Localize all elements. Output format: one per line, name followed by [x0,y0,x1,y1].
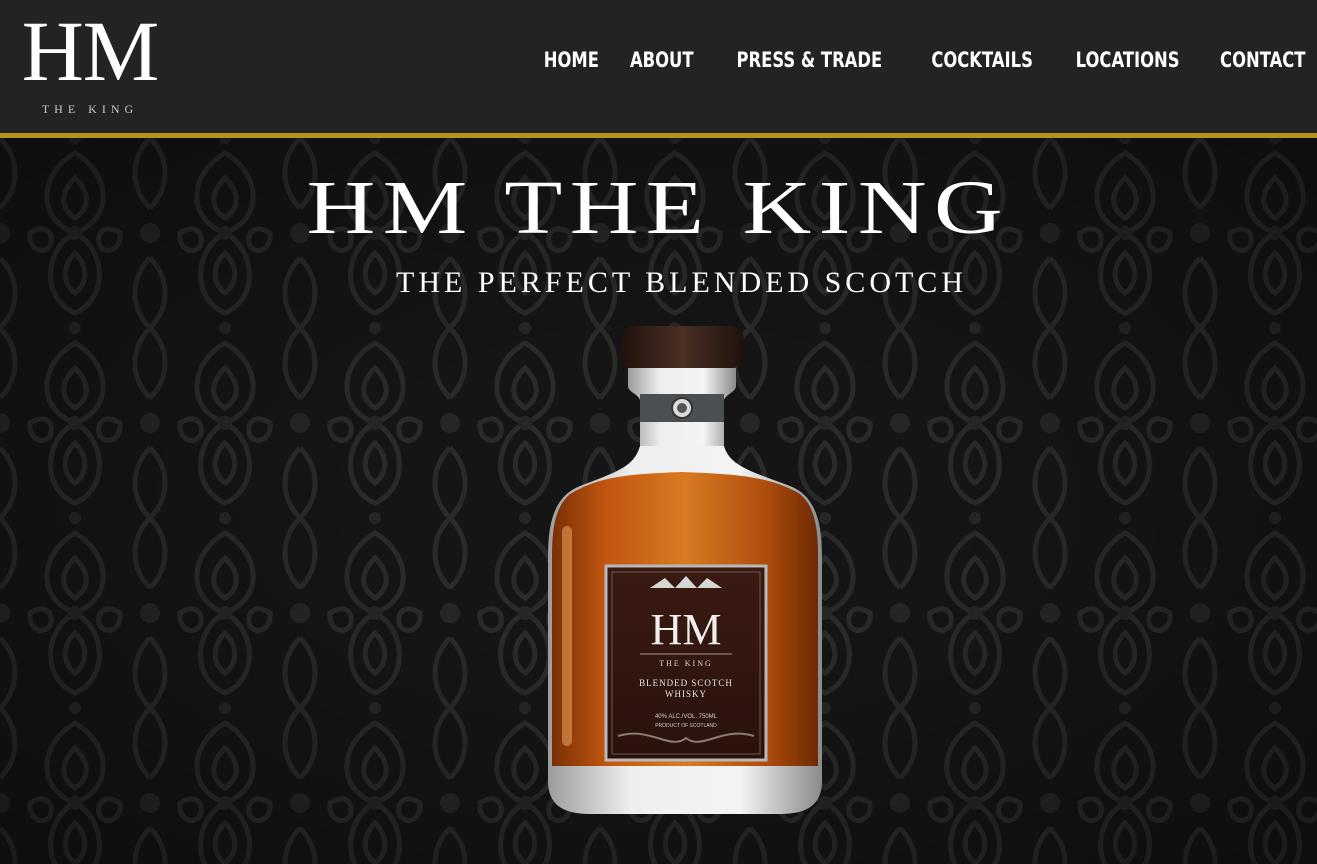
nav-about[interactable]: ABOUT [630,48,694,72]
site-header: HM THE KING HOME ABOUT PRESS & TRADE COC… [0,0,1317,133]
nav-press-trade[interactable]: PRESS & TRADE [737,48,883,72]
label-subtitle: THE KING [659,659,713,668]
nav-home[interactable]: HOME [544,48,599,72]
label-product-line2: WHISKY [665,689,707,699]
main-nav: HOME ABOUT PRESS & TRADE COCKTAILS LOCAT… [544,48,1310,72]
site-logo[interactable]: HM THE KING [10,8,170,123]
nav-locations[interactable]: LOCATIONS [1076,48,1180,72]
label-product: BLENDED SCOTCH [639,678,733,688]
logo-subtitle: THE KING [41,102,139,116]
nav-contact[interactable]: CONTACT [1221,48,1306,72]
logo-mark: HM [21,3,160,99]
label-mark: HM [651,605,722,654]
hero-title: HM THE KING [0,168,1317,248]
label-origin: PRODUCT OF SCOTLAND [655,723,717,729]
nav-cocktails[interactable]: COCKTAILS [931,48,1033,72]
hero-section: HM THE KING THE PERFECT BLENDED SCOTCH H… [0,138,1317,864]
hero-title-text: HM THE KING [306,166,1011,250]
label-abv: 40% ALC./VOL. 750ML [655,714,718,720]
hero-subtitle: THE PERFECT BLENDED SCOTCH [396,266,967,299]
whisky-bottle-image: HM THE KING BLENDED SCOTCH WHISKY 40% AL… [548,326,822,814]
